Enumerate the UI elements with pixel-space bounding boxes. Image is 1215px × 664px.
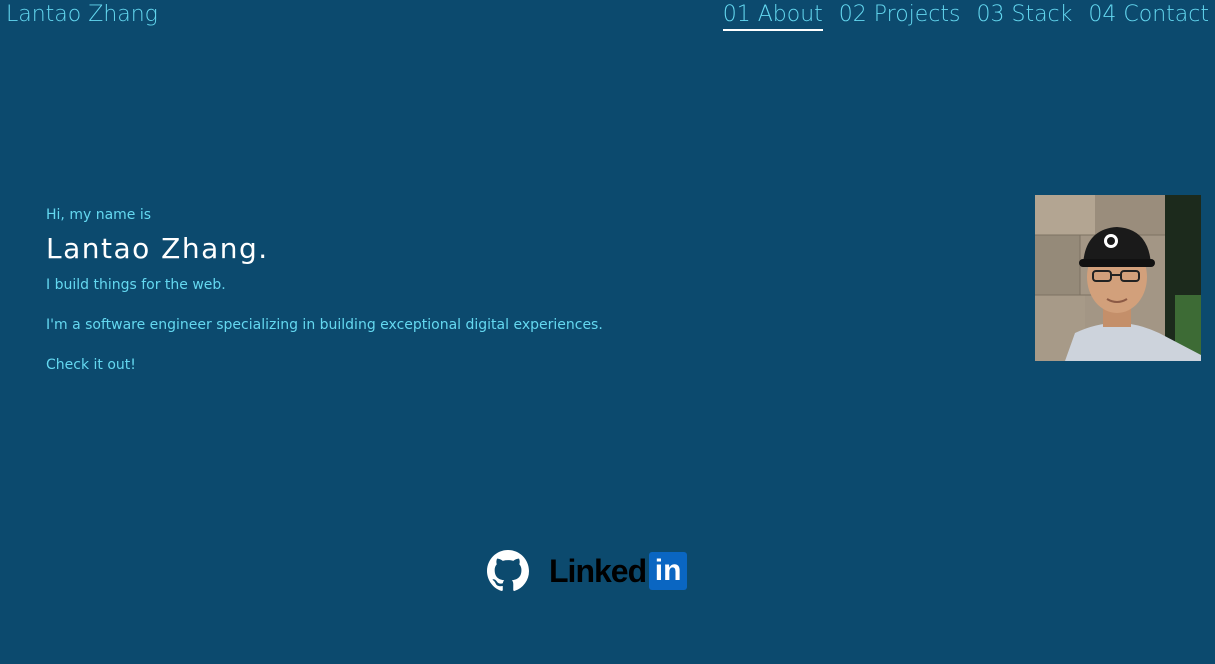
hero-section: Hi, my name is Lantao Zhang. I build thi… (46, 206, 746, 374)
linkedin-badge: in (649, 552, 688, 590)
hero-name: Lantao Zhang. (46, 232, 269, 265)
nav-item-about[interactable]: 01 About (722, 2, 823, 31)
hero-greeting: Hi, my name is (46, 207, 152, 223)
social-links: Linked in (487, 550, 688, 592)
nav-item-contact[interactable]: 04 Contact (1088, 2, 1209, 31)
github-icon[interactable] (487, 550, 529, 592)
nav-item-stack[interactable]: 03 Stack (977, 2, 1073, 31)
linkedin-logo[interactable]: Linked in (549, 552, 688, 590)
main-nav: 01 About 02 Projects 03 Stack 04 Contact (722, 2, 1209, 31)
site-brand[interactable]: Lantao Zhang (6, 2, 158, 27)
check-it-out-link[interactable]: Check it out! (46, 356, 746, 374)
hero-description: I'm a software engineer specializing in … (46, 317, 603, 333)
hero-tagline: I build things for the web. (46, 277, 226, 293)
nav-item-projects[interactable]: 02 Projects (839, 2, 961, 31)
linkedin-wordmark: Linked (549, 553, 647, 589)
profile-photo (1035, 195, 1201, 361)
